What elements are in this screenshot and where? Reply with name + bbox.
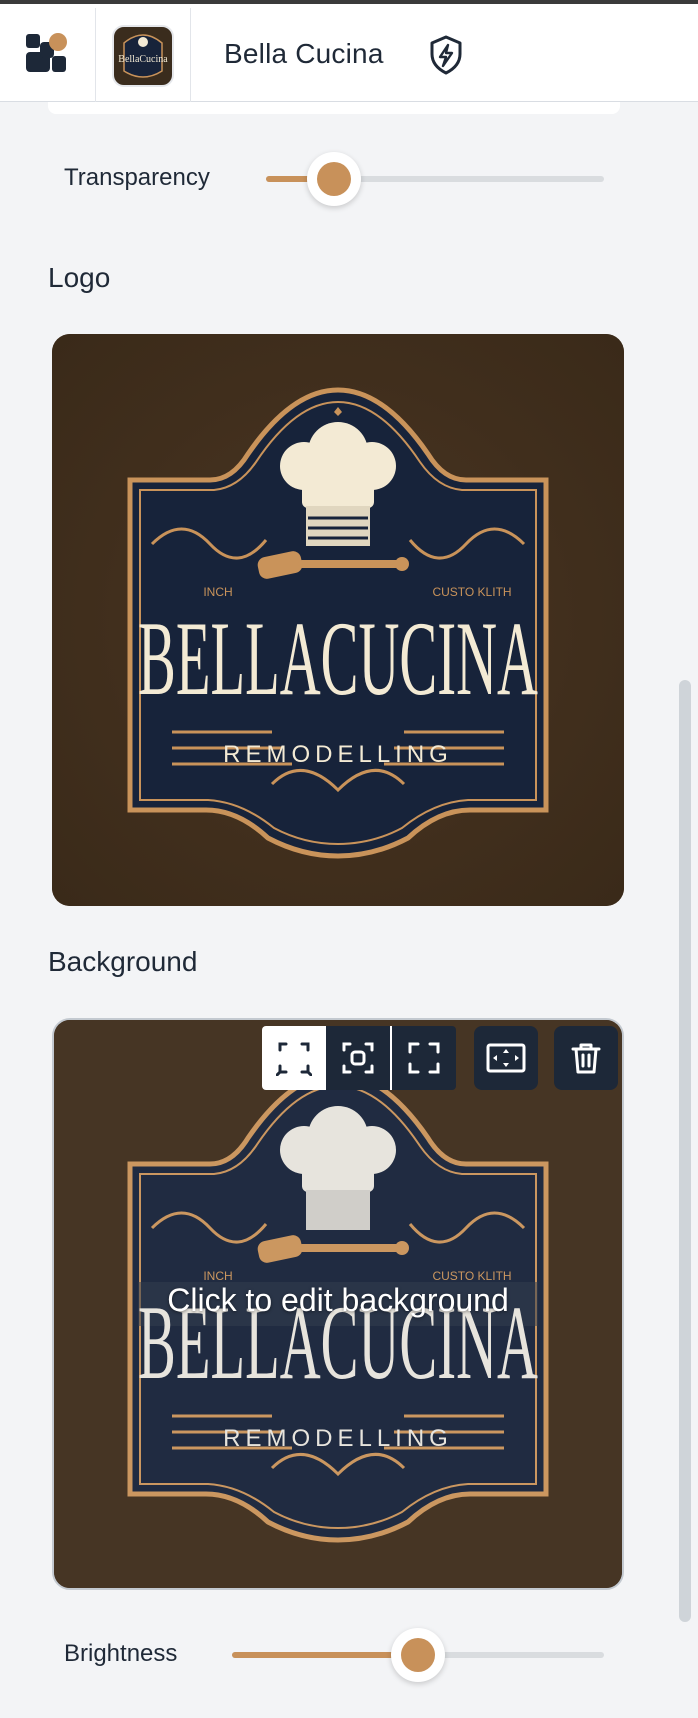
trash-icon bbox=[571, 1043, 601, 1074]
fit-button[interactable] bbox=[474, 1026, 538, 1090]
background-section-title: Background bbox=[48, 946, 198, 977]
top-bar: BellaCucina Bella Cucina bbox=[0, 0, 698, 105]
logo-main-text: BELLACUCINA bbox=[138, 600, 538, 717]
logo-left-caption: INCH bbox=[203, 585, 232, 599]
transparency-label: Transparency bbox=[64, 164, 210, 191]
header-divider bbox=[190, 8, 191, 105]
expand-icon bbox=[408, 1042, 440, 1074]
logo-image[interactable]: INCH CUSTO KLITH BELLACUCINA REMODELLING bbox=[52, 334, 624, 906]
scrollbar-thumb[interactable] bbox=[679, 680, 691, 1622]
header-divider bbox=[95, 8, 96, 105]
focus-icon bbox=[342, 1042, 374, 1074]
logo-right-caption: CUSTO KLITH bbox=[432, 585, 511, 599]
brand-thumbnail-logo: BellaCucina bbox=[118, 34, 168, 78]
edit-background-caption[interactable]: Click to edit background bbox=[54, 1282, 622, 1319]
previous-card-edge bbox=[48, 102, 620, 114]
crop-button[interactable] bbox=[262, 1026, 326, 1090]
logo-sub-text: REMODELLING bbox=[223, 741, 453, 768]
brand-name: Bella Cucina bbox=[224, 38, 384, 69]
brightness-slider-thumb[interactable] bbox=[391, 1628, 445, 1682]
brightness-label: Brightness bbox=[64, 1640, 178, 1667]
app-logo-icon[interactable] bbox=[24, 30, 70, 76]
fit-icon bbox=[486, 1043, 526, 1073]
shield-bolt-icon[interactable] bbox=[426, 34, 466, 76]
background-image[interactable]: INCH CUSTO KLITH BELLACUCINA REMODELLING… bbox=[52, 1018, 624, 1590]
focus-button[interactable] bbox=[326, 1026, 390, 1090]
logo-section-title: Logo bbox=[48, 262, 111, 293]
thumbnail-text: BellaCucina bbox=[118, 54, 168, 65]
brand-thumbnail[interactable]: BellaCucina bbox=[112, 25, 174, 87]
delete-button[interactable] bbox=[554, 1026, 618, 1090]
transparency-slider-thumb[interactable] bbox=[306, 152, 361, 206]
expand-button[interactable] bbox=[392, 1026, 456, 1090]
bella-cucina-logo: INCH CUSTO KLITH BELLACUCINA REMODELLING bbox=[52, 334, 624, 906]
crop-icon bbox=[276, 1042, 312, 1076]
